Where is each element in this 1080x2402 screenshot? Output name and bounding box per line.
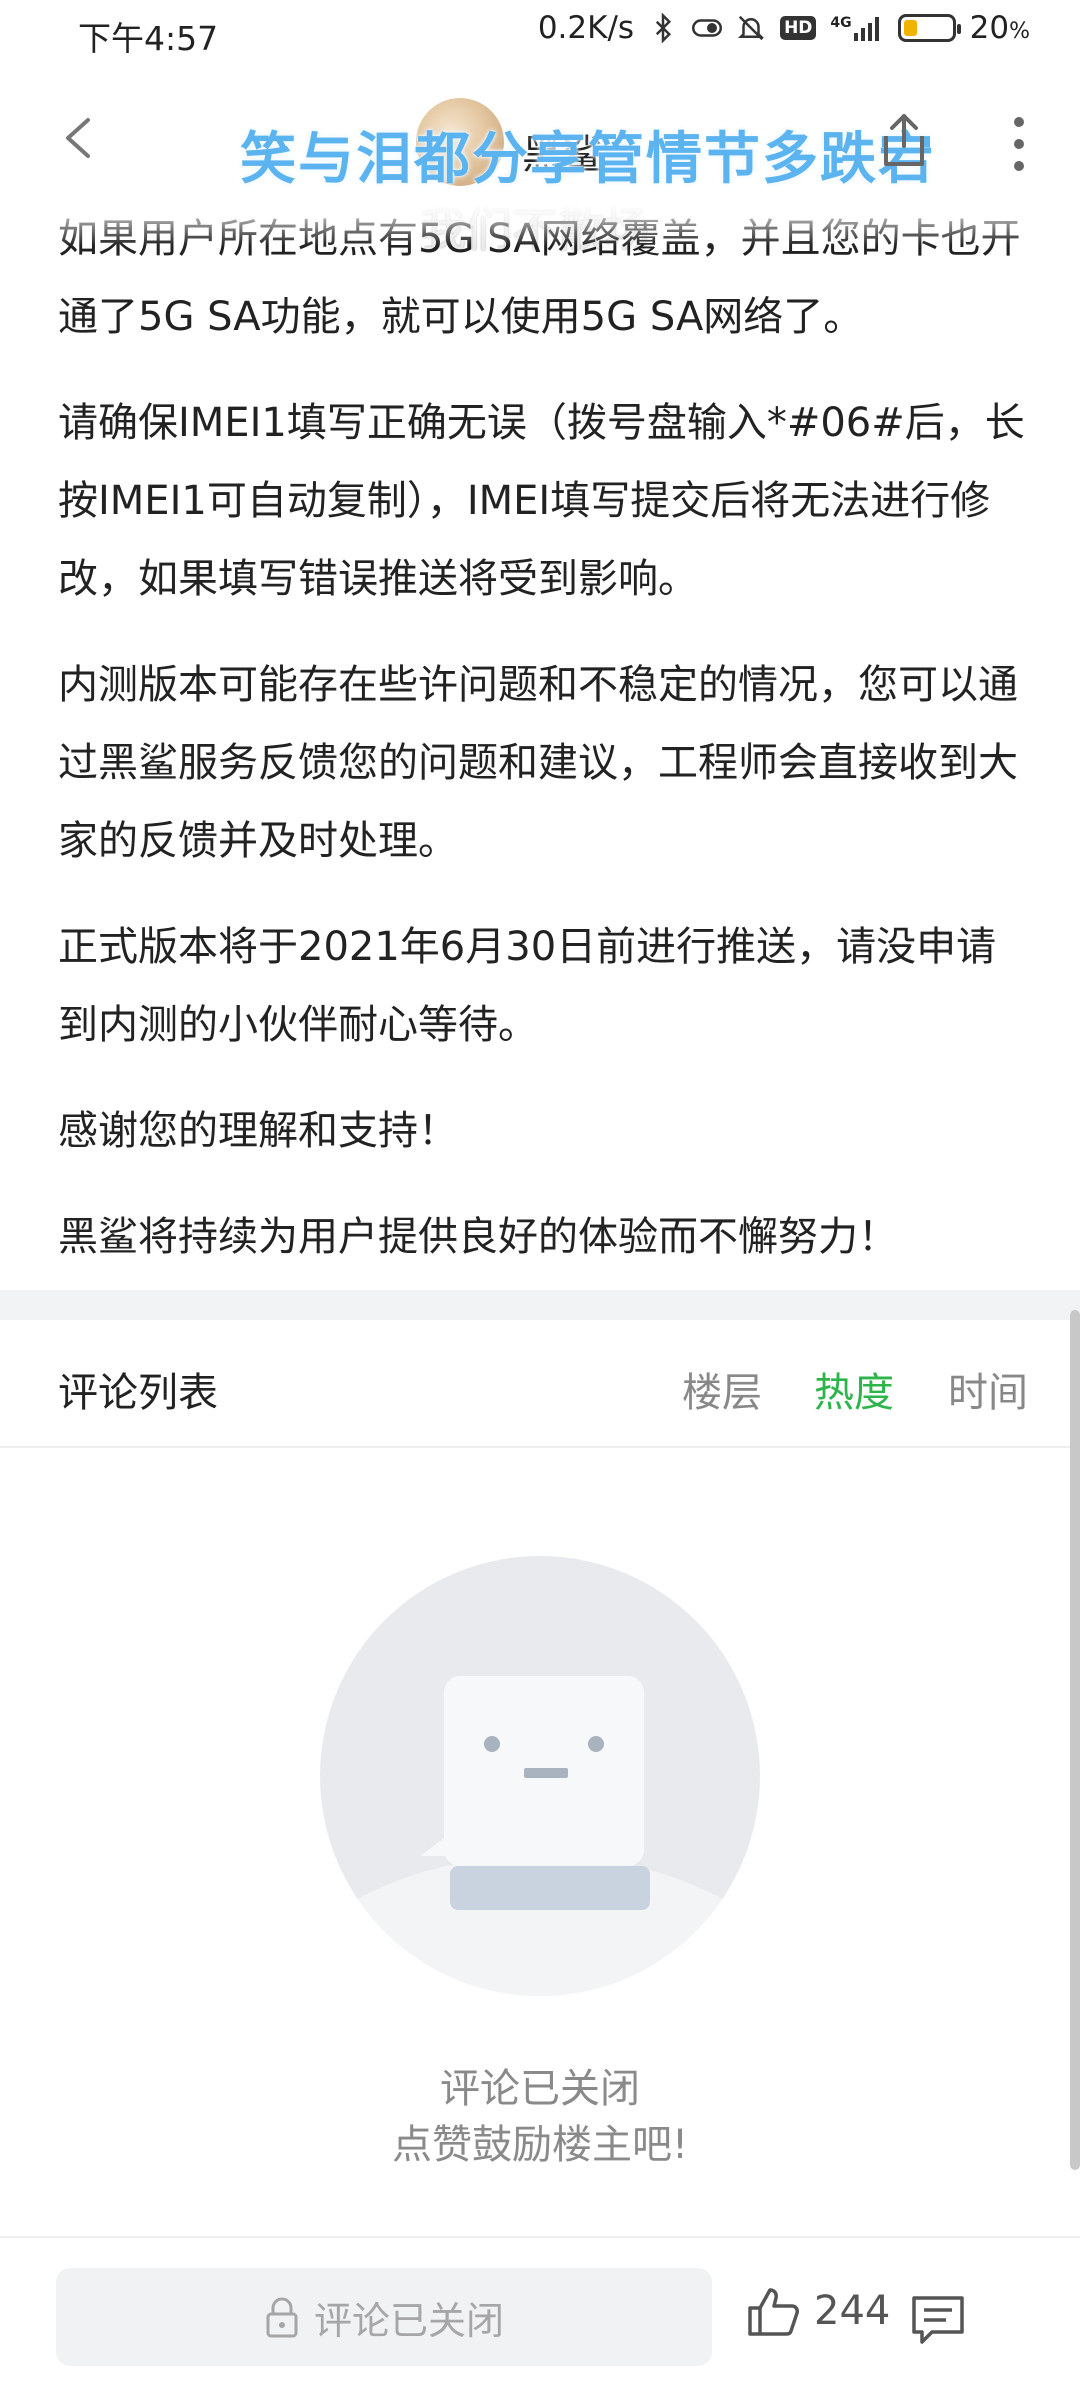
- scrollbar[interactable]: [1070, 1310, 1080, 2170]
- comment-icon[interactable]: [910, 2294, 966, 2346]
- empty-state-illustration: [320, 1556, 760, 1996]
- toggle-icon: [692, 19, 723, 37]
- status-bar: 下午4:57 0.2K/s HD 4G 20%: [0, 0, 1080, 66]
- sort-by-time[interactable]: 时间: [948, 1360, 1028, 1418]
- comment-input[interactable]: 评论已关闭: [56, 2268, 712, 2366]
- more-options-icon[interactable]: [1006, 114, 1032, 174]
- article-body: 如果用户所在地点有5G SA网络覆盖，并且您的卡也开通了5G SA功能，就可以使…: [58, 200, 1028, 1304]
- net-speed: 0.2K/s: [537, 10, 635, 46]
- article-paragraph: 黑鲨将持续为用户提供良好的体验而不懈努力！: [58, 1214, 898, 1260]
- bottom-action-bar: 评论已关闭 244: [0, 2236, 1080, 2402]
- back-arrow-icon[interactable]: [58, 116, 102, 160]
- scroll-fade: [0, 196, 1080, 246]
- like-button[interactable]: 244: [746, 2284, 890, 2338]
- mute-bell-icon: [738, 15, 765, 41]
- status-time: 下午4:57: [78, 19, 219, 58]
- comment-list-header: 评论列表 楼层 热度 时间: [0, 1320, 1080, 1448]
- like-encourage-text: 点赞鼓励楼主吧!: [391, 2122, 689, 2168]
- thumbs-up-icon: [748, 2288, 799, 2336]
- signal-icon: 4G: [830, 15, 883, 41]
- sort-by-popularity[interactable]: 热度: [814, 1360, 894, 1418]
- battery-level: 20%: [969, 10, 1030, 46]
- battery-icon: [897, 14, 961, 42]
- lyric-overlay-title: 笑与泪都分享管情节多跌宕: [240, 127, 936, 192]
- hd-icon: HD: [780, 16, 817, 40]
- article-paragraph: 正式版本将于2021年6月30日前进行推送，请没申请到内测的小伙伴耐心等待。: [58, 924, 997, 1048]
- share-icon[interactable]: [876, 110, 932, 170]
- status-icons: 0.2K/s HD 4G 20%: [538, 10, 1030, 46]
- bluetooth-icon: [655, 13, 672, 43]
- lock-icon: [266, 2297, 298, 2338]
- comments-closed-text: 评论已关闭: [440, 2066, 640, 2112]
- like-count: 244: [814, 2288, 891, 2334]
- article-paragraph: 内测版本可能存在些许问题和不稳定的情况，您可以通过黑鲨服务反馈您的问题和建议，工…: [58, 662, 1018, 864]
- article-paragraph: 感谢您的理解和支持！: [58, 1108, 458, 1154]
- comment-list-title: 评论列表: [58, 1370, 218, 1416]
- network-type: 4G: [830, 15, 852, 31]
- comment-input-placeholder: 评论已关闭: [313, 2298, 504, 2343]
- section-divider: [0, 1290, 1080, 1320]
- article-paragraph: 请确保IMEI1填写正确无误（拨号盘输入*#06#后，长按IMEI1可自动复制）…: [58, 400, 1025, 602]
- sort-by-floor[interactable]: 楼层: [682, 1360, 762, 1418]
